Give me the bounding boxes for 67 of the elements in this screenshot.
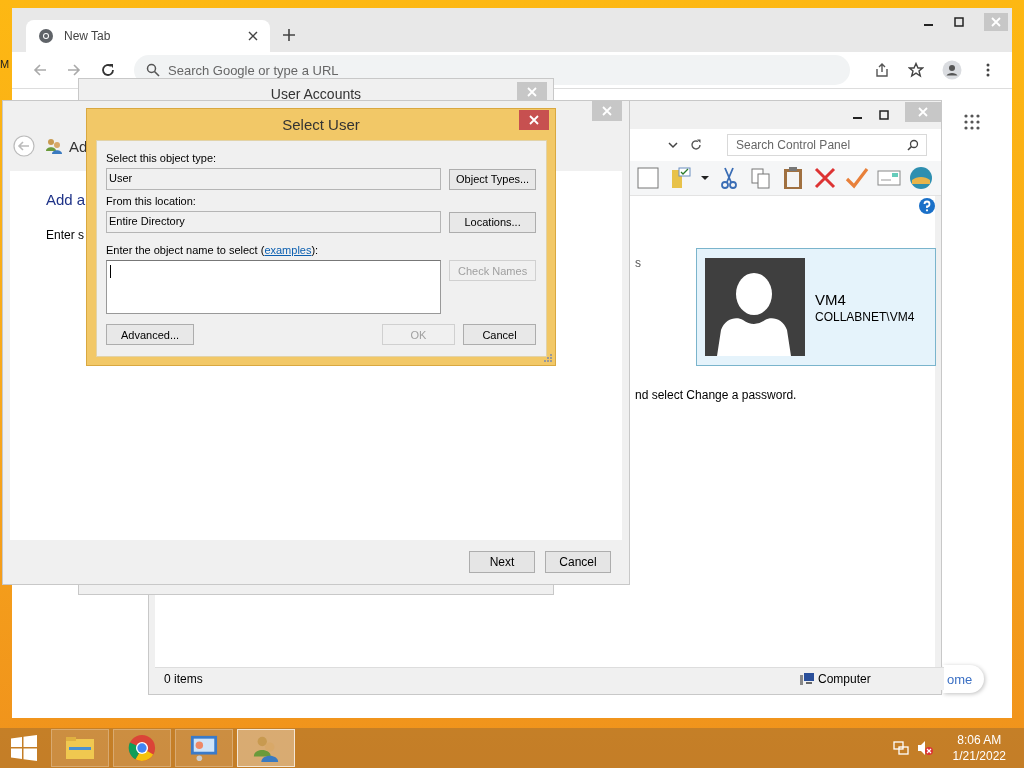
account-name: VM4 bbox=[815, 290, 847, 308]
body-text: s bbox=[635, 256, 641, 270]
advanced-button[interactable]: Advanced... bbox=[106, 324, 194, 345]
object-type-field: User bbox=[106, 168, 442, 190]
dialog-title: Select User bbox=[282, 116, 360, 133]
users-icon bbox=[251, 734, 281, 762]
text-cursor bbox=[110, 265, 111, 278]
profile-icon[interactable] bbox=[942, 60, 962, 80]
resize-grip-icon[interactable] bbox=[544, 354, 552, 362]
object-name-field[interactable] bbox=[106, 260, 442, 314]
computer-icon bbox=[800, 672, 814, 686]
bookmark-star-icon[interactable] bbox=[908, 62, 924, 78]
explorer-taskbar-button[interactable] bbox=[51, 729, 109, 767]
chevron-down-icon[interactable] bbox=[667, 139, 679, 151]
folder-icon bbox=[65, 734, 95, 762]
start-icon[interactable] bbox=[11, 735, 37, 761]
wizard-prompt: Enter s bbox=[46, 228, 84, 242]
examples-link[interactable]: examples bbox=[264, 244, 312, 256]
cancel-button[interactable]: Cancel bbox=[545, 551, 611, 573]
user-avatar-icon bbox=[705, 258, 805, 356]
volume-muted-icon[interactable] bbox=[916, 740, 933, 756]
network-icon[interactable] bbox=[892, 740, 909, 756]
users-icon bbox=[45, 137, 63, 155]
share-icon[interactable] bbox=[874, 62, 890, 78]
user-account-tile[interactable]: VM4 COLLABNET\VM4 bbox=[696, 248, 936, 366]
wizard-heading: Ad bbox=[69, 137, 88, 155]
location-field: Entire Directory bbox=[106, 211, 442, 233]
search-field[interactable]: Search Control Panel bbox=[727, 134, 927, 156]
browser-taskbar-button[interactable] bbox=[113, 729, 171, 767]
checkmark-icon[interactable] bbox=[845, 166, 869, 190]
object-types-button[interactable]: Object Types... bbox=[449, 168, 536, 190]
maximize-icon[interactable] bbox=[879, 110, 889, 120]
reload-icon[interactable] bbox=[100, 62, 116, 78]
account-domain: COLLABNET\VM4 bbox=[815, 309, 915, 324]
field-label: Enter the object name to select (examples): bbox=[106, 243, 320, 257]
locations-button[interactable]: Locations... bbox=[449, 211, 536, 233]
apps-grid-icon[interactable] bbox=[964, 114, 980, 130]
cancel-button[interactable]: Cancel bbox=[463, 324, 536, 345]
status-item-count: 0 items bbox=[164, 672, 204, 686]
search-icon bbox=[907, 139, 919, 151]
help-icon[interactable] bbox=[919, 198, 935, 214]
browser-tab[interactable]: New Tab bbox=[26, 20, 270, 52]
folder-check-icon[interactable] bbox=[669, 166, 693, 190]
new-tab-icon[interactable] bbox=[282, 28, 296, 42]
x-mark-icon[interactable] bbox=[813, 166, 837, 190]
close-icon[interactable] bbox=[248, 31, 258, 41]
instruction-text: nd select Change a password. bbox=[635, 388, 797, 402]
forward-icon[interactable] bbox=[66, 62, 82, 78]
customize-button[interactable]: ome bbox=[943, 665, 985, 693]
refresh-icon[interactable] bbox=[689, 138, 703, 152]
desktop-icon-label: M bbox=[0, 58, 10, 70]
clipboard-icon[interactable] bbox=[781, 166, 805, 190]
field-label: Select this object type: bbox=[106, 151, 218, 165]
users-taskbar-button[interactable] bbox=[237, 729, 295, 767]
field-label: From this location: bbox=[106, 194, 197, 208]
control-taskbar-button[interactable] bbox=[175, 729, 233, 767]
window-title: User Accounts bbox=[270, 86, 362, 102]
browser-logo-icon bbox=[38, 28, 54, 44]
caret-icon[interactable] bbox=[701, 174, 709, 182]
browser-logo-icon bbox=[127, 734, 157, 762]
close-icon[interactable] bbox=[519, 110, 549, 130]
control-panel-icon bbox=[189, 734, 219, 762]
status-location: Computer bbox=[818, 672, 871, 686]
maximize-icon[interactable] bbox=[954, 17, 964, 27]
next-button[interactable]: Next bbox=[469, 551, 535, 573]
back-icon[interactable] bbox=[32, 62, 48, 78]
wizard-title: Add a bbox=[46, 191, 86, 208]
